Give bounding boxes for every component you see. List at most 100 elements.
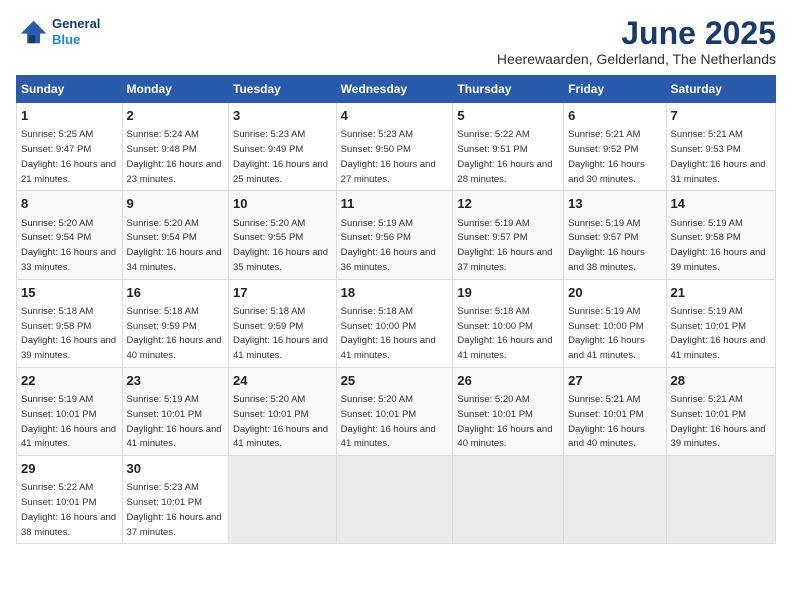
logo-text: General Blue [52, 16, 100, 47]
day-info: Sunrise: 5:21 AMSunset: 9:53 PMDaylight:… [671, 129, 766, 184]
day-info: Sunrise: 5:22 AMSunset: 9:51 PMDaylight:… [457, 129, 552, 184]
day-info: Sunrise: 5:23 AMSunset: 9:50 PMDaylight:… [341, 129, 436, 184]
day-number: 21 [671, 284, 771, 302]
day-number: 14 [671, 195, 771, 213]
day-info: Sunrise: 5:20 AMSunset: 10:01 PMDaylight… [233, 394, 328, 449]
day-info: Sunrise: 5:19 AMSunset: 10:01 PMDaylight… [671, 306, 766, 361]
day-number: 20 [568, 284, 661, 302]
day-info: Sunrise: 5:21 AMSunset: 10:01 PMDaylight… [671, 394, 766, 449]
day-number: 16 [127, 284, 224, 302]
calendar-table: SundayMondayTuesdayWednesdayThursdayFrid… [16, 75, 776, 544]
location-subtitle: Heerewaarden, Gelderland, The Netherland… [497, 51, 776, 67]
column-header-thursday: Thursday [453, 76, 564, 103]
week-row-1: 1Sunrise: 5:25 AMSunset: 9:47 PMDaylight… [17, 103, 776, 191]
day-cell: 8 Sunrise: 5:20 AMSunset: 9:54 PMDaylight… [17, 191, 123, 279]
day-cell: 14 Sunrise: 5:19 AMSunset: 9:58 PMDayligh… [666, 191, 775, 279]
column-header-friday: Friday [564, 76, 666, 103]
day-cell [666, 456, 775, 544]
day-info: Sunrise: 5:18 AMSunset: 9:59 PMDaylight:… [127, 306, 222, 361]
day-info: Sunrise: 5:24 AMSunset: 9:48 PMDaylight:… [127, 129, 222, 184]
day-info: Sunrise: 5:18 AMSunset: 9:59 PMDaylight:… [233, 306, 328, 361]
day-info: Sunrise: 5:19 AMSunset: 9:58 PMDaylight:… [671, 218, 766, 273]
day-cell [336, 456, 453, 544]
day-info: Sunrise: 5:20 AMSunset: 9:54 PMDaylight:… [21, 218, 116, 273]
month-title: June 2025 [497, 16, 776, 51]
day-info: Sunrise: 5:21 AMSunset: 9:52 PMDaylight:… [568, 129, 645, 184]
day-info: Sunrise: 5:19 AMSunset: 10:01 PMDaylight… [21, 394, 116, 449]
day-info: Sunrise: 5:23 AMSunset: 9:49 PMDaylight:… [233, 129, 328, 184]
day-number: 27 [568, 372, 661, 390]
day-number: 25 [341, 372, 449, 390]
day-info: Sunrise: 5:20 AMSunset: 9:54 PMDaylight:… [127, 218, 222, 273]
day-cell: 3 Sunrise: 5:23 AMSunset: 9:49 PMDaylight… [229, 103, 337, 191]
day-number: 10 [233, 195, 332, 213]
day-cell: 25 Sunrise: 5:20 AMSunset: 10:01 PMDaylig… [336, 367, 453, 455]
week-row-2: 8 Sunrise: 5:20 AMSunset: 9:54 PMDaylight… [17, 191, 776, 279]
day-number: 22 [21, 372, 118, 390]
logo: General Blue [16, 16, 100, 48]
column-header-saturday: Saturday [666, 76, 775, 103]
day-number: 26 [457, 372, 559, 390]
week-row-4: 22 Sunrise: 5:19 AMSunset: 10:01 PMDaylig… [17, 367, 776, 455]
column-header-wednesday: Wednesday [336, 76, 453, 103]
day-number: 30 [127, 460, 224, 478]
day-number: 23 [127, 372, 224, 390]
header-row: SundayMondayTuesdayWednesdayThursdayFrid… [17, 76, 776, 103]
day-number: 2 [127, 107, 224, 125]
day-cell: 9 Sunrise: 5:20 AMSunset: 9:54 PMDaylight… [122, 191, 228, 279]
day-cell: 23 Sunrise: 5:19 AMSunset: 10:01 PMDaylig… [122, 367, 228, 455]
day-cell: 18Sunrise: 5:18 AMSunset: 10:00 PMDaylig… [336, 279, 453, 367]
day-info: Sunrise: 5:23 AMSunset: 10:01 PMDaylight… [127, 482, 222, 537]
day-info: Sunrise: 5:18 AMSunset: 9:58 PMDaylight:… [21, 306, 116, 361]
day-info: Sunrise: 5:20 AMSunset: 10:01 PMDaylight… [341, 394, 436, 449]
day-cell: 19Sunrise: 5:18 AMSunset: 10:00 PMDaylig… [453, 279, 564, 367]
day-cell: 22 Sunrise: 5:19 AMSunset: 10:01 PMDaylig… [17, 367, 123, 455]
day-cell: 12Sunrise: 5:19 AMSunset: 9:57 PMDayligh… [453, 191, 564, 279]
day-cell: 15 Sunrise: 5:18 AMSunset: 9:58 PMDayligh… [17, 279, 123, 367]
day-cell: 4 Sunrise: 5:23 AMSunset: 9:50 PMDaylight… [336, 103, 453, 191]
day-number: 17 [233, 284, 332, 302]
day-number: 8 [21, 195, 118, 213]
day-number: 9 [127, 195, 224, 213]
day-info: Sunrise: 5:19 AMSunset: 10:01 PMDaylight… [127, 394, 222, 449]
day-cell: 7 Sunrise: 5:21 AMSunset: 9:53 PMDaylight… [666, 103, 775, 191]
day-cell: 24 Sunrise: 5:20 AMSunset: 10:01 PMDaylig… [229, 367, 337, 455]
day-info: Sunrise: 5:19 AMSunset: 9:56 PMDaylight:… [341, 218, 436, 273]
day-cell: 26 Sunrise: 5:20 AMSunset: 10:01 PMDaylig… [453, 367, 564, 455]
day-cell: 10Sunrise: 5:20 AMSunset: 9:55 PMDayligh… [229, 191, 337, 279]
day-cell [564, 456, 666, 544]
column-header-tuesday: Tuesday [229, 76, 337, 103]
day-cell: 30 Sunrise: 5:23 AMSunset: 10:01 PMDaylig… [122, 456, 228, 544]
day-info: Sunrise: 5:22 AMSunset: 10:01 PMDaylight… [21, 482, 116, 537]
day-number: 4 [341, 107, 449, 125]
day-cell: 5 Sunrise: 5:22 AMSunset: 9:51 PMDaylight… [453, 103, 564, 191]
day-cell: 16 Sunrise: 5:18 AMSunset: 9:59 PMDayligh… [122, 279, 228, 367]
day-cell [229, 456, 337, 544]
day-info: Sunrise: 5:19 AMSunset: 9:57 PMDaylight:… [568, 218, 645, 273]
day-number: 5 [457, 107, 559, 125]
day-info: Sunrise: 5:18 AMSunset: 10:00 PMDaylight… [457, 306, 552, 361]
day-number: 7 [671, 107, 771, 125]
week-row-3: 15 Sunrise: 5:18 AMSunset: 9:58 PMDayligh… [17, 279, 776, 367]
page-header: General Blue June 2025 Heerewaarden, Gel… [16, 16, 776, 67]
day-cell: 29 Sunrise: 5:22 AMSunset: 10:01 PMDaylig… [17, 456, 123, 544]
day-number: 24 [233, 372, 332, 390]
day-cell: 27Sunrise: 5:21 AMSunset: 10:01 PMDaylig… [564, 367, 666, 455]
column-header-sunday: Sunday [17, 76, 123, 103]
day-info: Sunrise: 5:20 AMSunset: 10:01 PMDaylight… [457, 394, 552, 449]
day-cell: 28Sunrise: 5:21 AMSunset: 10:01 PMDaylig… [666, 367, 775, 455]
day-cell: 1Sunrise: 5:25 AMSunset: 9:47 PMDaylight… [17, 103, 123, 191]
week-row-5: 29 Sunrise: 5:22 AMSunset: 10:01 PMDaylig… [17, 456, 776, 544]
day-number: 3 [233, 107, 332, 125]
day-cell: 2 Sunrise: 5:24 AMSunset: 9:48 PMDaylight… [122, 103, 228, 191]
day-cell: 17 Sunrise: 5:18 AMSunset: 9:59 PMDayligh… [229, 279, 337, 367]
column-header-monday: Monday [122, 76, 228, 103]
logo-icon [16, 16, 48, 48]
day-cell: 11Sunrise: 5:19 AMSunset: 9:56 PMDayligh… [336, 191, 453, 279]
day-number: 15 [21, 284, 118, 302]
day-info: Sunrise: 5:25 AMSunset: 9:47 PMDaylight:… [21, 129, 116, 184]
day-cell: 13Sunrise: 5:19 AMSunset: 9:57 PMDayligh… [564, 191, 666, 279]
day-cell [453, 456, 564, 544]
day-number: 29 [21, 460, 118, 478]
day-info: Sunrise: 5:18 AMSunset: 10:00 PMDaylight… [341, 306, 436, 361]
